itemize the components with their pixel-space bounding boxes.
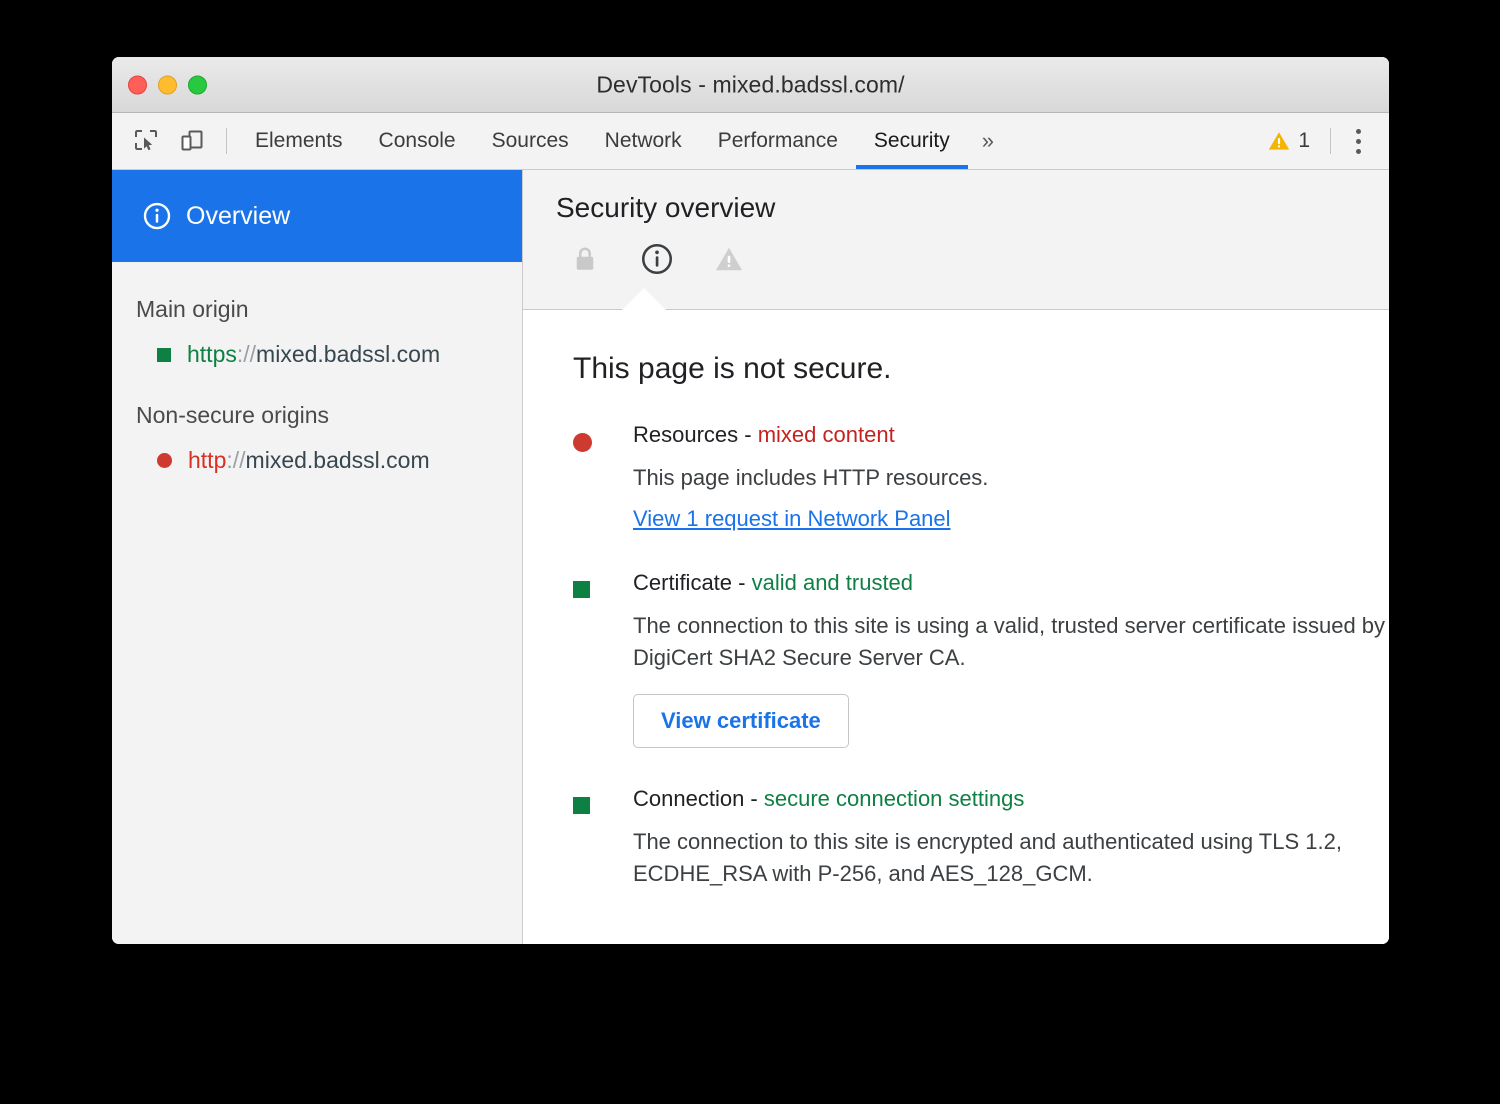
security-summary: This page is not secure. (573, 352, 1389, 386)
explanation-title: Connection - secure connection settings (633, 786, 1389, 812)
toolbar-right-icons: 1 (1257, 113, 1389, 169)
origin-scheme: http (188, 447, 226, 473)
more-options-icon (1356, 149, 1361, 154)
security-panel-header: Security overview (523, 170, 1389, 310)
toolbar-left-icons (112, 113, 237, 169)
state-icon-neutral[interactable] (636, 238, 678, 280)
close-button[interactable] (128, 75, 147, 94)
view-certificate-button[interactable]: View certificate (633, 694, 849, 748)
tab-label: Performance (718, 129, 838, 153)
tab-sources[interactable]: Sources (474, 113, 587, 169)
inspect-element-button[interactable] (128, 123, 164, 159)
state-icon-secure[interactable] (564, 238, 606, 280)
explanation-title-value: valid and trusted (752, 570, 913, 595)
device-toolbar-icon (179, 128, 205, 154)
explanation-title-text: Connection - (633, 786, 764, 811)
window-title: DevTools - mixed.badssl.com/ (112, 71, 1389, 98)
insecure-dot-icon (157, 453, 172, 468)
inspect-element-icon (133, 128, 159, 154)
explanation-description: The connection to this site is encrypted… (633, 826, 1389, 890)
more-options-icon (1356, 129, 1361, 134)
origin-scheme: https (187, 341, 237, 367)
sidebar-item-label: Overview (186, 202, 290, 231)
devtools-toolbar: Elements Console Sources Network Perform… (112, 113, 1389, 170)
explanation-connection: Connection - secure connection settings … (573, 786, 1389, 890)
red-dot-icon (573, 433, 592, 452)
security-state-icons (556, 238, 1389, 280)
explanation-body: Resources - mixed content This page incl… (633, 422, 1389, 532)
more-tabs-button[interactable]: » (968, 113, 1008, 169)
tab-label: Sources (492, 129, 569, 153)
toolbar-divider (226, 128, 227, 154)
security-explanations: This page is not secure. Resources - mix… (523, 310, 1389, 944)
explanation-title-value: secure connection settings (764, 786, 1025, 811)
view-network-requests-link[interactable]: View 1 request in Network Panel (633, 506, 951, 532)
device-toolbar-button[interactable] (174, 123, 210, 159)
security-sidebar: Overview Main origin https://mixed.badss… (112, 170, 523, 944)
warning-count: 1 (1298, 129, 1310, 153)
state-icon-insecure[interactable] (708, 238, 750, 280)
explanation-bullet (573, 786, 633, 890)
tab-network[interactable]: Network (587, 113, 700, 169)
explanation-body: Certificate - valid and trusted The conn… (633, 570, 1389, 748)
warning-indicator[interactable]: 1 (1257, 129, 1320, 153)
info-circle-icon (142, 201, 172, 231)
warning-triangle-icon (713, 243, 745, 275)
explanation-description: This page includes HTTP resources. (633, 462, 1389, 494)
origin-host: mixed.badssl.com (246, 447, 430, 473)
tab-security[interactable]: Security (856, 113, 968, 169)
window-titlebar: DevTools - mixed.badssl.com/ (112, 57, 1389, 113)
explanation-body: Connection - secure connection settings … (633, 786, 1389, 890)
panel-tabs: Elements Console Sources Network Perform… (237, 113, 1257, 169)
sidebar-origin-https[interactable]: https://mixed.badssl.com (112, 323, 522, 368)
devtools-window: DevTools - mixed.badssl.com/ El (112, 57, 1389, 944)
tab-label: Security (874, 129, 950, 153)
more-options-icon (1356, 139, 1361, 144)
minimize-button[interactable] (158, 75, 177, 94)
more-options-button[interactable] (1341, 122, 1375, 160)
page-title: Security overview (556, 192, 1389, 224)
sidebar-group-title-non-secure-origins: Non-secure origins (112, 368, 522, 429)
origin-separator: :// (226, 447, 245, 473)
explanation-title-value: mixed content (758, 422, 895, 447)
sidebar-group-title-main-origin: Main origin (112, 262, 522, 323)
warning-triangle-icon (1267, 129, 1291, 153)
explanation-title: Resources - mixed content (633, 422, 1389, 448)
sidebar-item-overview[interactable]: Overview (112, 170, 522, 262)
tab-label: Console (379, 129, 456, 153)
explanation-title-text: Certificate - (633, 570, 752, 595)
green-square-icon (573, 797, 590, 814)
explanation-bullet (573, 570, 633, 748)
zoom-button[interactable] (188, 75, 207, 94)
info-circle-icon (640, 242, 674, 276)
secure-square-icon (157, 348, 171, 362)
window-controls (128, 75, 207, 94)
selected-state-pointer (622, 288, 666, 310)
explanation-certificate: Certificate - valid and trusted The conn… (573, 570, 1389, 748)
origin-url: http://mixed.badssl.com (188, 447, 430, 474)
sidebar-origin-http[interactable]: http://mixed.badssl.com (112, 429, 522, 474)
chevron-double-right-icon: » (982, 128, 994, 154)
explanation-description: The connection to this site is using a v… (633, 610, 1389, 674)
explanation-bullet (573, 422, 633, 532)
tab-performance[interactable]: Performance (700, 113, 856, 169)
tab-label: Network (605, 129, 682, 153)
origin-url: https://mixed.badssl.com (187, 341, 440, 368)
tab-elements[interactable]: Elements (237, 113, 361, 169)
origin-host: mixed.badssl.com (256, 341, 440, 367)
tab-console[interactable]: Console (361, 113, 474, 169)
security-main-panel: Security overview (523, 170, 1389, 944)
green-square-icon (573, 581, 590, 598)
tab-label: Elements (255, 129, 343, 153)
explanation-resources: Resources - mixed content This page incl… (573, 422, 1389, 532)
toolbar-divider-right (1330, 128, 1331, 154)
explanation-title: Certificate - valid and trusted (633, 570, 1389, 596)
devtools-body: Overview Main origin https://mixed.badss… (112, 170, 1389, 944)
explanation-title-text: Resources - (633, 422, 758, 447)
origin-separator: :// (237, 341, 256, 367)
lock-icon (570, 244, 600, 274)
